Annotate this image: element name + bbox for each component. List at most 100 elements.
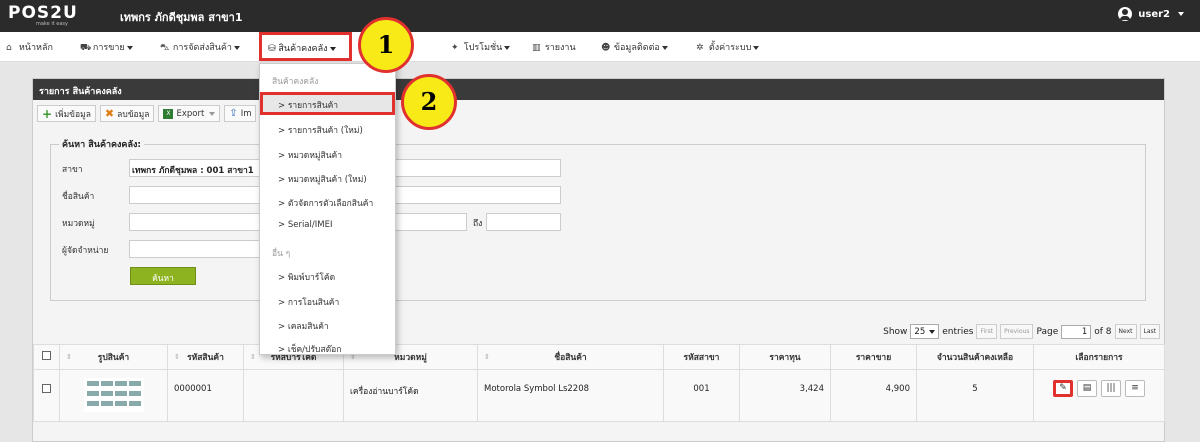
nav-home[interactable]: ⌂ หน้าหลัก [6,40,53,54]
menu-item-product-list-new[interactable]: > รายการสินค้า (ใหม่) [278,123,363,137]
price-cell: 4,900 [830,369,917,422]
previous-page-button[interactable]: Previous [1000,324,1034,339]
menu-item-category[interactable]: > หมวดหมู่สินค้า [278,148,342,162]
list-button[interactable]: ≡ [1125,380,1145,397]
stock-dropdown-menu: สินค้าคงคลัง > รายการสินค้า > รายการสินค… [259,63,396,355]
select-all-checkbox[interactable] [42,351,51,360]
column-header[interactable]: ⇕ รูปสินค้า [59,344,168,370]
panel-title: รายการ สินค้าคงคลัง [33,79,1164,100]
add-button[interactable]: + เพิ่มข้อมูล [37,105,96,122]
user-name: user2 [1138,8,1170,20]
delete-icon: ✖ [104,106,115,120]
page-input[interactable]: 1 [1061,324,1092,339]
menu-item-print-barcode[interactable]: > พิมพ์บาร์โค้ด [278,270,335,284]
gear-icon: ✲ [696,43,704,53]
column-header-label: เลือกรายการ [1075,353,1123,363]
column-header[interactable]: ⇕ ชื่อสินค้า [477,344,664,370]
product-name-label: ชื่อสินค้า [62,192,95,202]
nav-contacts[interactable]: ☻ ข้อมูลติดต่อ [601,40,668,54]
next-page-button[interactable]: Next [1114,324,1137,339]
column-header-label: ราคาทุน [769,353,801,363]
chevron-down-icon [1178,12,1184,16]
delete-label: ลบข้อมูล [117,109,150,120]
nav-sales[interactable]: ⛟ การขาย [80,40,133,54]
column-header-label: หมวดหมู่ [394,353,427,363]
nav-stock-label: สินค้าคงคลัง [278,44,328,54]
nav-delivery[interactable]: ⛍ การจัดส่งสินค้า [160,40,240,54]
category-cell: เครื่องอ่านบาร์โค้ด [343,369,478,422]
sort-icon: ⇕ [250,353,256,361]
import-button[interactable]: ⇪ Im [224,105,257,122]
column-header: เลือกรายการ [1033,344,1165,370]
entries-value: 25 [914,326,926,337]
menu-item-serial[interactable]: > Serial/IMEI [278,220,332,230]
chevron-down-icon [929,329,936,334]
show-label: Show [883,326,908,337]
nav-report[interactable]: ▥ รายงาน [532,40,576,54]
product-name-cell: Motorola Symbol Ls2208 [477,369,664,422]
search-button[interactable]: ค้นหา [130,267,196,285]
category-to-input[interactable] [486,213,561,231]
nav-sales-label: การขาย [92,43,125,53]
cost-cell: 3,424 [739,369,831,422]
column-header[interactable]: รหัสสาขา [663,344,740,370]
column-header-label: รูปสินค้า [97,353,130,363]
last-page-button[interactable]: Last [1139,324,1160,339]
nav-stock[interactable]: ⛁ สินค้าคงคลัง [259,32,352,61]
cart-icon: ⛟ [80,43,92,53]
menu-item-option-manager[interactable]: > ตัวจัดการตัวเลือกสินค้า [278,196,373,210]
table-row[interactable]: 0000001 เครื่องอ่านบาร์โค้ด Motorola Sym… [33,369,1165,422]
nav-promotion[interactable]: ✦ โปรโมชั่น [451,40,511,54]
sort-icon: ⇕ [484,353,490,361]
column-header-label: ชื่อสินค้า [554,353,587,363]
nav-settings-label: ตั้งค่าระบบ [708,43,752,53]
pagination: Show 25 entries First Previous Page 1 of… [883,324,1160,339]
chevron-down-icon [661,45,668,50]
chevron-down-icon [753,45,760,50]
sort-icon: ⇕ [66,353,72,361]
user-menu[interactable]: user2 [1118,7,1184,21]
branch-label: สาขา [62,165,83,175]
menu-item-product-list[interactable]: > รายการสินค้า [278,98,338,112]
chevron-down-icon [329,46,336,51]
menu-item-claim[interactable]: > เคลมสินค้า [278,319,329,333]
menu-item-category-new[interactable]: > หมวดหมู่สินค้า (ใหม่) [278,172,367,186]
nav-report-label: รายงาน [544,43,576,53]
detail-button[interactable]: ▤ [1077,380,1097,397]
search-legend: ค้นหา สินค้าคงคลัง: [62,140,141,150]
column-header[interactable]: ⇕ รหัสสินค้า [167,344,244,370]
entries-label: entries [942,326,974,337]
app-logo[interactable]: POS2U make it easy [8,5,92,28]
chevron-down-icon [126,45,133,50]
select-all-header [33,344,60,370]
nav-delivery-label: การจัดส่งสินค้า [172,43,232,53]
entries-select[interactable]: 25 [910,324,940,339]
category-label: หมวดหมู่ [62,219,95,229]
step-2-callout: 2 [401,74,457,130]
store-name: เทพกร ภักดีชุมพล สาขา1 [120,11,243,24]
column-header[interactable]: ราคาขาย [830,344,917,370]
panel-toolbar: + เพิ่มข้อมูล ✖ ลบข้อมูล X Export ⇪ Im [37,105,257,122]
column-header[interactable]: จำนวนสินค้าคงเหลือ [916,344,1034,370]
nav-settings[interactable]: ✲ ตั้งค่าระบบ [696,40,760,54]
menu-item-transfer[interactable]: > การโอนสินค้า [278,295,339,309]
edit-button[interactable]: ✎ [1053,380,1073,397]
supplier-input[interactable] [129,240,269,258]
column-header-label: รหัสสาขา [683,353,720,363]
page-label: Page [1036,326,1059,337]
step-1-callout: 1 [358,17,414,73]
product-thumbnail[interactable] [83,378,144,412]
product-code-cell: 0000001 [167,369,244,422]
export-button[interactable]: X Export [158,105,221,122]
row-checkbox[interactable] [42,384,51,393]
first-page-button[interactable]: First [976,324,998,339]
barcode-button[interactable]: ||| [1101,380,1121,397]
product-table: ⇕ รูปสินค้า ⇕ รหัสสินค้า ⇕ รหัสบาร์โค้ด ⇕ หม… [33,344,1165,422]
menu-header-stock: สินค้าคงคลัง [272,77,319,87]
delete-button[interactable]: ✖ ลบข้อมูล [99,105,155,122]
actions-cell: ✎ ▤ ||| ≡ [1033,369,1165,422]
menu-item-stock-adjust[interactable]: > เช็ค/ปรับสต๊อก [278,342,341,356]
barcode-cell [243,369,344,422]
column-header[interactable]: ราคาทุน [739,344,831,370]
page-count: of 8 [1094,326,1112,337]
